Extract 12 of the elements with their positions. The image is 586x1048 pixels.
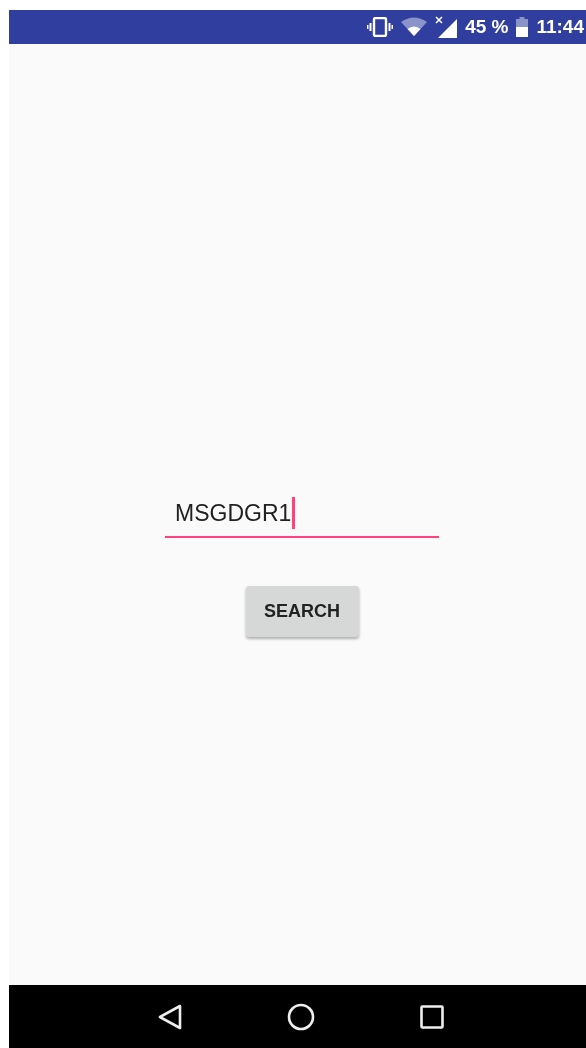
battery-icon (516, 17, 529, 37)
wifi-icon (401, 17, 428, 37)
recent-apps-icon[interactable] (419, 1004, 444, 1029)
search-button[interactable]: SEARCH (245, 586, 359, 637)
vibrate-icon (367, 17, 394, 37)
clock-time: 11:44 (536, 16, 584, 38)
home-icon[interactable] (286, 1002, 315, 1031)
back-icon[interactable] (157, 1003, 182, 1030)
text-cursor (292, 497, 296, 529)
battery-percentage: 45 % (465, 16, 509, 38)
search-field[interactable]: MSGDGR1 (165, 494, 439, 538)
cellular-signal-icon (435, 16, 458, 38)
